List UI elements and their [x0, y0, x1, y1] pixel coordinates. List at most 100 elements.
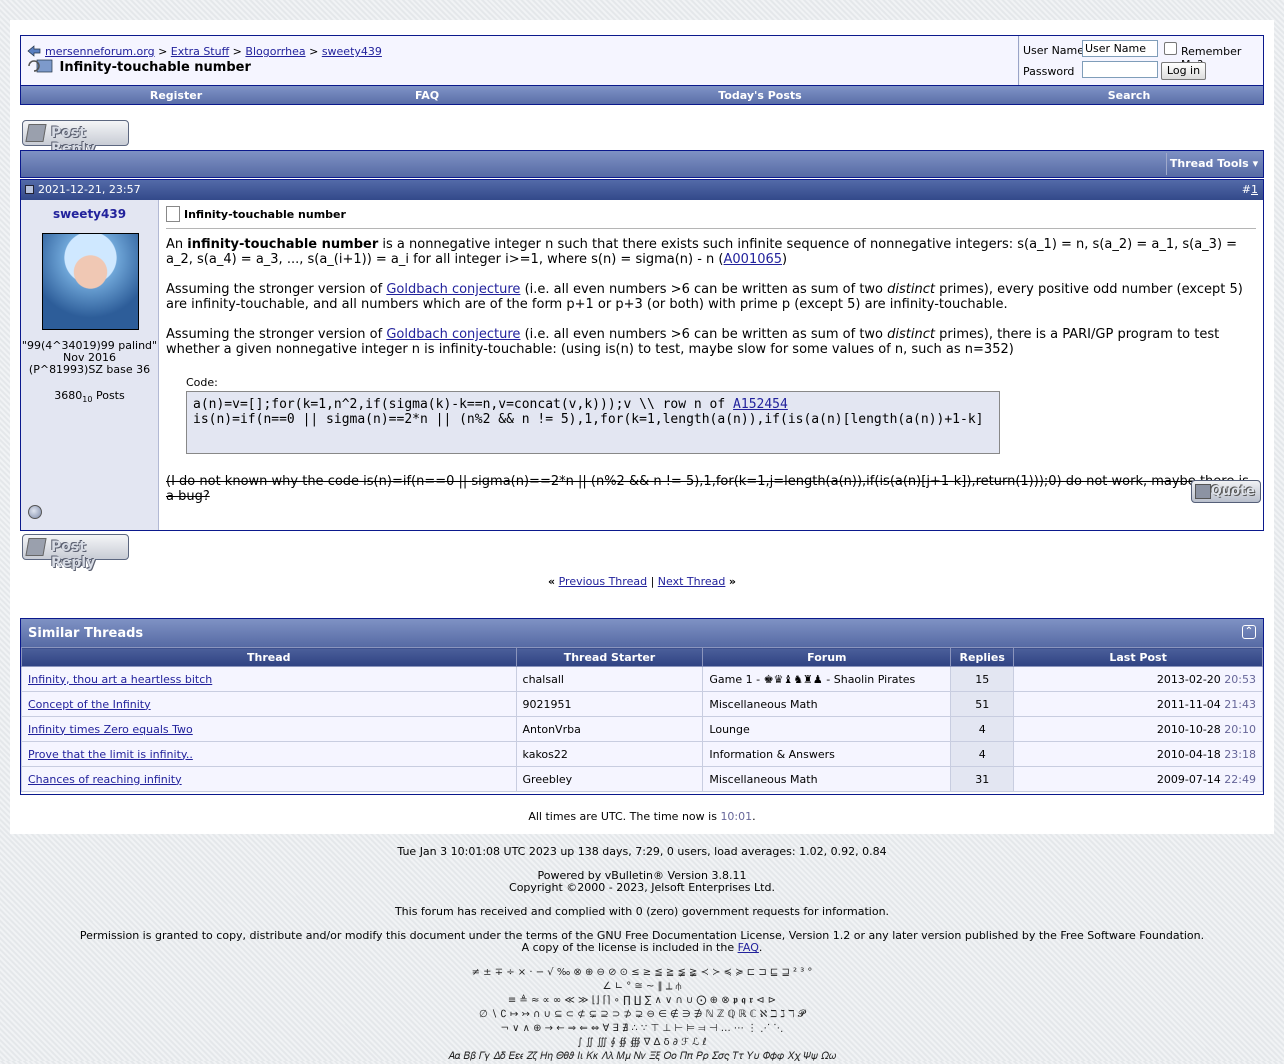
- collapse-icon[interactable]: ⌃: [1242, 625, 1256, 639]
- faq-link[interactable]: FAQ: [738, 941, 759, 954]
- breadcrumb-link-home[interactable]: mersenneforum.org: [45, 45, 155, 58]
- post-permalink[interactable]: 1: [1251, 183, 1258, 196]
- password-input[interactable]: [1082, 61, 1158, 78]
- thread-tools-menu[interactable]: Thread Tools ▾: [1166, 153, 1261, 175]
- forum-name: Lounge: [709, 722, 750, 736]
- post-title: Infinity-touchable number: [166, 206, 346, 222]
- last-post-date-cell: 2011-11-04 21:43: [1013, 691, 1263, 717]
- user-title: "99(4^34019)99 palind" Nov 2016 (P^81993…: [21, 340, 158, 376]
- previous-thread-link[interactable]: Previous Thread: [559, 575, 647, 588]
- forum-name: Miscellaneous Math: [709, 772, 818, 786]
- back-arrow-icon[interactable]: [27, 45, 41, 57]
- code-label: Code:: [186, 376, 218, 389]
- thread-link[interactable]: Chances of reaching infinity: [28, 773, 182, 786]
- nav-mark: «: [548, 575, 556, 588]
- last-post-date: 2010-10-28: [1156, 722, 1221, 736]
- text-span: Assuming the stronger version of: [166, 327, 387, 342]
- thread-starter-cell: chalsall: [515, 666, 704, 692]
- goldbach-link[interactable]: Goldbach conjecture: [386, 282, 520, 297]
- avatar: [42, 233, 139, 330]
- code-block[interactable]: a(n)=v=[];for(k=1,n^2,if(sigma(k)-k==n,v…: [186, 391, 1000, 454]
- forum-name: Information & Answers: [709, 747, 835, 761]
- footer: Tue Jan 3 10:01:08 UTC 2023 up 138 days,…: [0, 846, 1284, 1064]
- thread-starter: Greebley: [522, 772, 573, 786]
- user-offline-icon: [28, 505, 42, 519]
- similar-threads-title: Similar Threads: [28, 626, 144, 641]
- text-span: .: [758, 941, 763, 954]
- thread-tools-label: Thread Tools: [1169, 157, 1249, 170]
- emphasis: distinct: [887, 282, 935, 297]
- thread-link[interactable]: Prove that the limit is infinity..: [28, 748, 193, 761]
- table-row: Infinity times Zero equals Two AntonVrba L…: [21, 716, 1263, 742]
- user-info-pane: sweety439 "99(4^34019)99 palind" Nov 201…: [21, 200, 159, 530]
- reply-count-cell: 4: [950, 716, 1015, 742]
- breadcrumb-link-sweety439[interactable]: sweety439: [322, 45, 382, 58]
- current-time: 10:01: [720, 810, 753, 823]
- text-span: Assuming the stronger version of: [166, 282, 387, 297]
- post-reply-button[interactable]: Post Reply: [22, 120, 129, 157]
- last-post-time: 20:53: [1224, 672, 1256, 686]
- post-number: #1: [1241, 183, 1258, 196]
- username-input[interactable]: [1082, 40, 1158, 57]
- last-post-date-cell: 2010-04-18 23:18: [1013, 741, 1263, 767]
- forum-name-cell: Miscellaneous Math: [702, 766, 952, 792]
- thread-link[interactable]: Infinity times Zero equals Two: [28, 723, 193, 736]
- login-button[interactable]: Log in: [1161, 62, 1206, 80]
- last-post-date: 2011-11-04: [1156, 697, 1221, 711]
- code-line: is(n)=if(n==0 || sigma(n)==2*n || (n%2 &…: [193, 412, 984, 427]
- last-post-date: 2009-07-14: [1156, 772, 1221, 786]
- oeis-link-a152454[interactable]: A152454: [733, 397, 788, 412]
- reply-count-cell: 31: [950, 766, 1015, 792]
- post-reply-button[interactable]: Post Reply: [22, 534, 129, 571]
- thread-title-text: Infinity-touchable number: [59, 60, 251, 75]
- nav-link-search[interactable]: Search: [1108, 89, 1151, 102]
- similar-threads-table: Thread Thread Starter Forum Replies Last…: [21, 647, 1263, 792]
- thread-starter-cell: AntonVrba: [515, 716, 704, 742]
- text-span: A copy of the license is included in the: [521, 941, 738, 954]
- forum-name: Game 1 - ♚♛♝♞♜♟ - Shaolin Pirates: [709, 672, 916, 686]
- last-post-date-cell: 2010-10-28 20:10: [1013, 716, 1263, 742]
- column-header: Replies: [950, 647, 1015, 667]
- thread-starter: 9021951: [522, 697, 572, 711]
- thread-link-cell: Infinity, thou art a heartless bitch: [21, 666, 517, 692]
- navbar: mersenneforum.org > Extra Stuff > Blogor…: [20, 35, 1264, 105]
- last-post-time: 23:18: [1224, 747, 1256, 761]
- user-title-line: (P^81993)SZ base 36: [28, 363, 151, 376]
- page-content: mersenneforum.org > Extra Stuff > Blogor…: [10, 20, 1274, 834]
- nav-link-register[interactable]: Register: [150, 89, 202, 102]
- thread-link-cell: Infinity times Zero equals Two: [21, 716, 517, 742]
- reply-count-cell: 51: [950, 691, 1015, 717]
- table-row: Chances of reaching infinity Greebley Misc…: [21, 766, 1263, 792]
- nav-links-bar: Register FAQ Today's Posts Search: [21, 85, 1263, 104]
- nav-link-todays-posts[interactable]: Today's Posts: [718, 89, 801, 102]
- table-header-row: Thread Thread Starter Forum Replies Last…: [21, 647, 1263, 667]
- reply-count: 4: [978, 747, 986, 761]
- reload-thread-icon[interactable]: [27, 59, 55, 73]
- reply-count: 51: [975, 697, 990, 711]
- remember-me-checkbox[interactable]: [1164, 42, 1177, 55]
- post-paragraph: Assuming the stronger version of Goldbac…: [166, 327, 1256, 357]
- text-span: ): [782, 252, 788, 267]
- oeis-link-a001065[interactable]: A001065: [724, 252, 783, 267]
- post-username[interactable]: sweety439: [21, 207, 158, 221]
- password-label: Password: [1023, 65, 1075, 78]
- thread-link[interactable]: Infinity, thou art a heartless bitch: [28, 673, 212, 686]
- chevron-down-icon: ▾: [1252, 157, 1259, 170]
- server-uptime: Tue Jan 3 10:01:08 UTC 2023 up 138 days,…: [397, 845, 887, 858]
- next-thread-link[interactable]: Next Thread: [658, 575, 726, 588]
- symbol-row: ¬ ∨ ∧ ⊕ → ← ⇒ ⇐ ⇔ ∀ ∃ ∄ ∴ ∵ ⊤ ⊥ ⊢ ⊨ ⫤ ⊣ …: [500, 1023, 784, 1034]
- last-post-time: 22:49: [1224, 772, 1256, 786]
- goldbach-link[interactable]: Goldbach conjecture: [386, 327, 520, 342]
- divider: [166, 228, 1256, 229]
- breadcrumb-link-extra-stuff[interactable]: Extra Stuff: [171, 45, 229, 58]
- thread-link[interactable]: Concept of the Infinity: [28, 698, 151, 711]
- breadcrumb-link-blogorrhea[interactable]: Blogorrhea: [245, 45, 305, 58]
- copyright: Copyright ©2000 - 2023, Jelsoft Enterpri…: [509, 881, 775, 894]
- quote-button[interactable]: Quote: [1191, 480, 1261, 503]
- reply-count-cell: 15: [950, 666, 1015, 692]
- post-reply-icon: [25, 538, 47, 556]
- text-span: An: [166, 237, 188, 252]
- nav-link-faq[interactable]: FAQ: [415, 89, 439, 102]
- page-title: Infinity-touchable number: [27, 59, 251, 75]
- reply-count: 15: [975, 672, 990, 686]
